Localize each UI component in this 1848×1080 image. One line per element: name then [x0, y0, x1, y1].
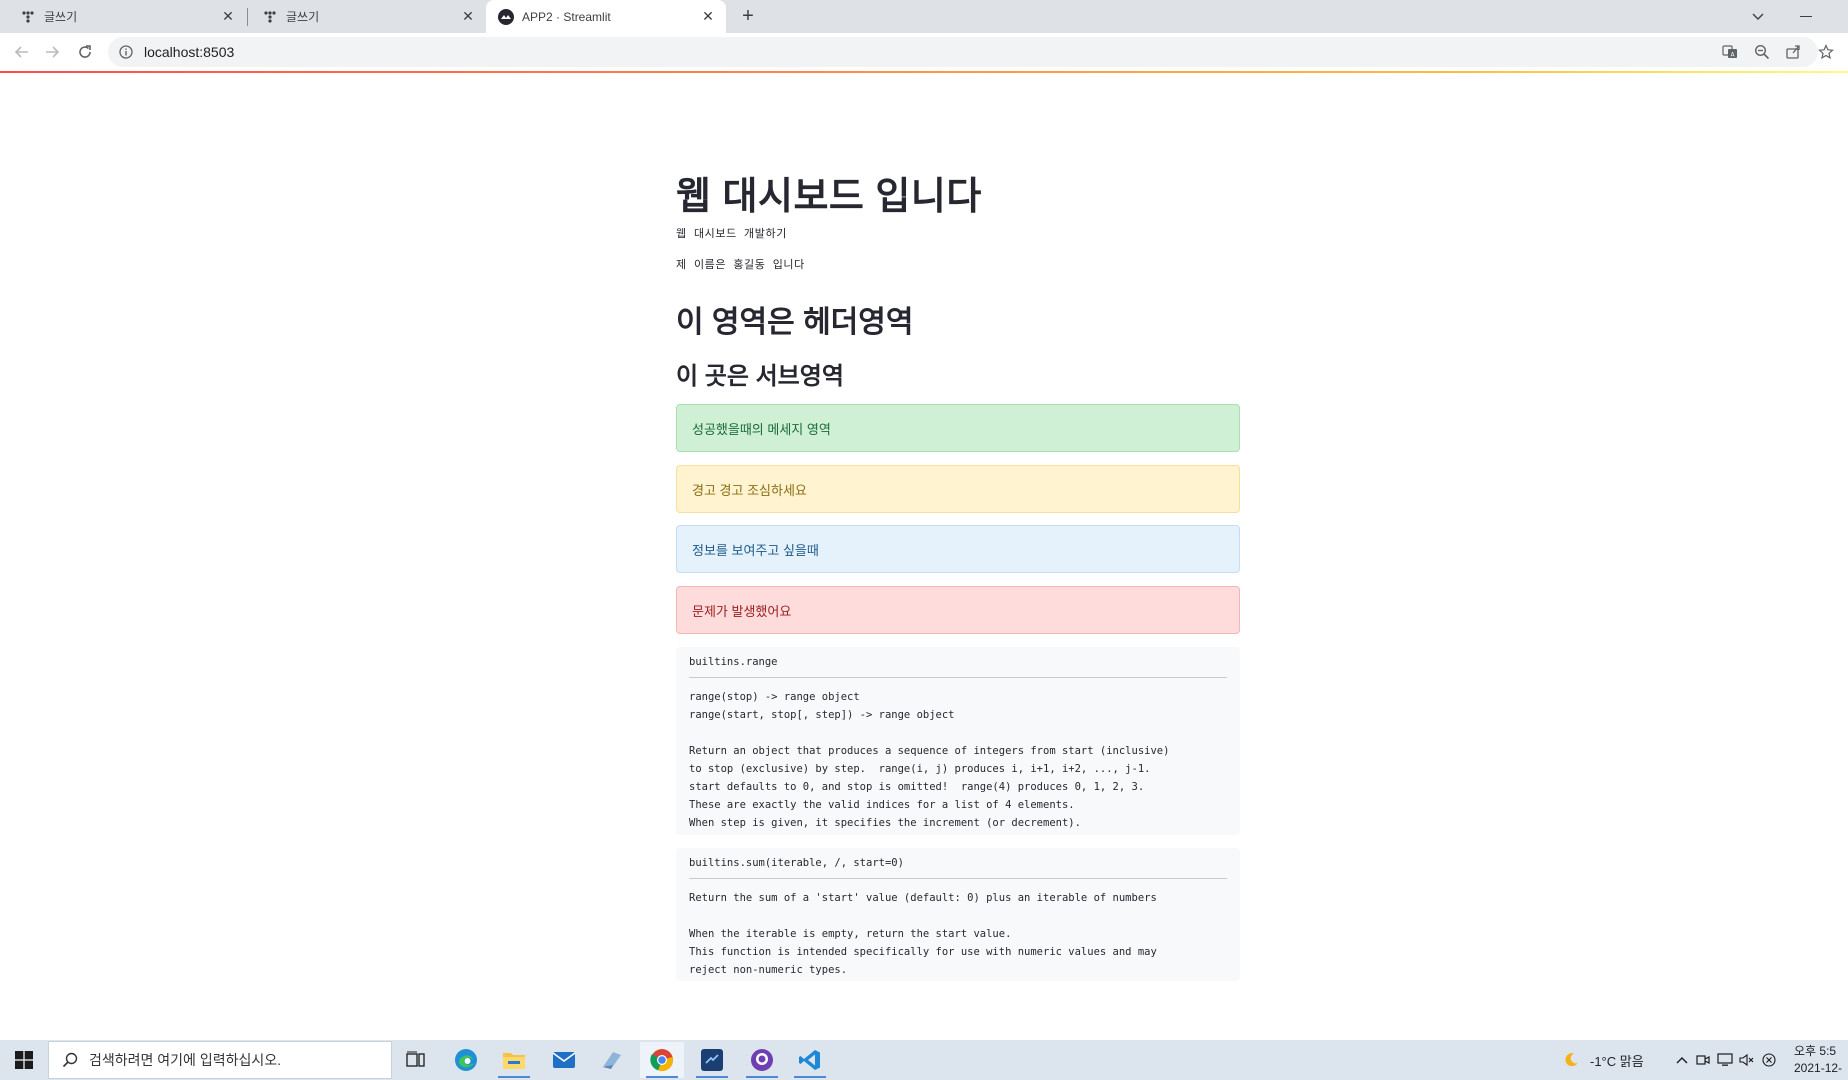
forward-arrow-icon[interactable]: [40, 40, 64, 64]
system-tray: [1672, 1040, 1780, 1080]
search-placeholder: 검색하려면 여기에 입력하십시오.: [89, 1052, 281, 1068]
github-desktop-icon[interactable]: [740, 1042, 784, 1078]
task-view-icon[interactable]: [394, 1042, 438, 1078]
tab-0[interactable]: 글쓰기 ✕: [0, 0, 246, 33]
page-title: 웹 대시보드 입니다: [676, 176, 982, 218]
reload-icon[interactable]: [73, 40, 97, 64]
share-icon[interactable]: [1781, 40, 1805, 64]
close-icon[interactable]: ✕: [460, 8, 476, 25]
back-arrow-icon[interactable]: [10, 40, 34, 64]
tab-strip: 글쓰기 ✕ 글쓰기 ✕ APP2 · Streamlit ✕ +: [0, 0, 1848, 33]
help-divider: [689, 677, 1227, 678]
network-icon[interactable]: [1714, 1053, 1736, 1067]
glitch-icon: [20, 9, 36, 25]
clock-time: 오후 5:5: [1794, 1044, 1837, 1058]
weather-widget[interactable]: -1°C 맑음: [1562, 1040, 1644, 1080]
tab-title: 글쓰기: [44, 10, 78, 24]
new-tab-button[interactable]: +: [736, 4, 760, 28]
notification-off-icon[interactable]: [1758, 1053, 1780, 1067]
text-line-2: 제 이름은 홍길동 입니다: [676, 258, 805, 271]
streamlit-icon: [498, 8, 514, 25]
browser-toolbar: localhost:8503 A: [0, 33, 1848, 71]
bookmark-star-icon[interactable]: [1814, 40, 1838, 64]
site-info-icon[interactable]: [118, 44, 134, 60]
help-block-sum: builtins.sum(iterable, /, start=0) Retur…: [676, 848, 1240, 981]
translate-icon[interactable]: A: [1718, 40, 1742, 64]
address-bar[interactable]: localhost:8503: [108, 37, 1818, 67]
zoom-out-icon[interactable]: [1750, 40, 1774, 64]
meet-now-icon[interactable]: [1692, 1053, 1714, 1067]
tab-2-active[interactable]: APP2 · Streamlit ✕: [486, 0, 726, 33]
warning-alert: 경고 경고 조심하세요: [676, 465, 1240, 513]
weather-text: -1°C 맑음: [1590, 1053, 1644, 1069]
tab-1[interactable]: 글쓰기 ✕: [248, 0, 486, 33]
search-icon: [61, 1051, 79, 1069]
minimize-icon[interactable]: [1786, 0, 1826, 33]
help-divider: [689, 878, 1227, 879]
clock-date: 2021-12-: [1794, 1061, 1843, 1075]
chevron-up-icon[interactable]: [1672, 1056, 1692, 1064]
moon-icon: [1562, 1051, 1580, 1069]
text-line-1: 웹 대시보드 개발하기: [676, 227, 787, 240]
taskbar-search-box[interactable]: 검색하려면 여기에 입력하십시오.: [48, 1041, 392, 1079]
url-text[interactable]: localhost:8503: [144, 44, 234, 60]
help-name: builtins.sum(iterable, /, start=0): [689, 857, 904, 869]
help-doc: range(stop) -> range object range(start,…: [689, 691, 1170, 829]
warning-alert-text: 경고 경고 조심하세요: [692, 482, 807, 498]
vscode-blue-icon[interactable]: [690, 1042, 734, 1078]
vscode-icon[interactable]: [788, 1042, 832, 1078]
edge-icon[interactable]: [444, 1042, 488, 1078]
taskbar-clock[interactable]: 오후 5:5 2021-12-: [1794, 1043, 1848, 1077]
tab-title: 글쓰기: [286, 10, 320, 24]
error-alert-text: 문제가 발생했어요: [692, 603, 792, 619]
mail-icon[interactable]: [542, 1042, 586, 1078]
volume-muted-icon[interactable]: [1736, 1053, 1758, 1067]
help-doc: Return the sum of a 'start' value (defau…: [689, 892, 1157, 976]
header-text: 이 영역은 헤더영역: [676, 306, 914, 339]
streamlit-decoration-bar: [0, 71, 1848, 73]
windows-taskbar: 검색하려면 여기에 입력하십시오. -1°C 맑음 오후 5:5 2021-12…: [0, 1040, 1848, 1080]
info-alert: 정보를 보여주고 싶을때: [676, 525, 1240, 573]
close-icon[interactable]: ✕: [220, 8, 236, 25]
success-alert: 성공했을때의 메세지 영역: [676, 404, 1240, 452]
subheader-text: 이 곳은 서브영역: [676, 363, 844, 390]
tab-title: APP2 · Streamlit: [522, 9, 611, 24]
windows-start-icon[interactable]: [0, 1040, 48, 1080]
file-explorer-icon[interactable]: [492, 1042, 536, 1078]
info-alert-text: 정보를 보여주고 싶을때: [692, 542, 819, 558]
glitch-icon: [262, 9, 278, 25]
notepad-icon[interactable]: [590, 1042, 634, 1078]
error-alert: 문제가 발생했어요: [676, 586, 1240, 634]
help-name: builtins.range: [689, 656, 778, 668]
close-icon[interactable]: ✕: [700, 8, 716, 25]
success-alert-text: 성공했을때의 메세지 영역: [692, 421, 831, 437]
help-block-range: builtins.range range(stop) -> range obje…: [676, 647, 1240, 835]
tab-search-chevron-icon[interactable]: [1738, 0, 1778, 33]
chrome-icon[interactable]: [640, 1042, 684, 1078]
